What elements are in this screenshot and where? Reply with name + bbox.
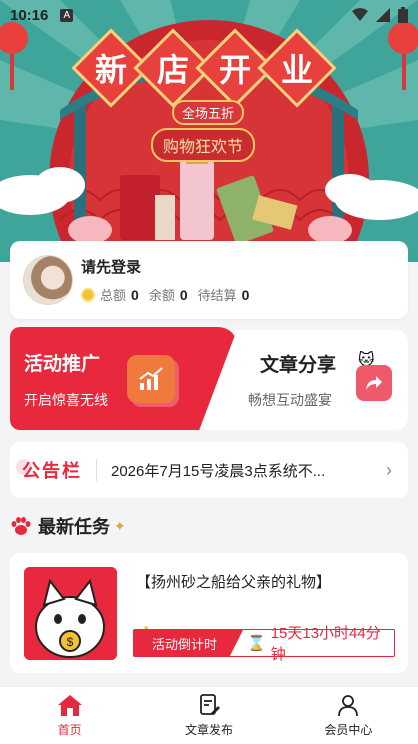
total-label: 总额 <box>100 288 127 303</box>
pending-label: 待结算 <box>197 288 237 303</box>
sparkle-icon: ✦ <box>114 517 126 534</box>
nav-member[interactable]: 会员中心 <box>279 687 418 744</box>
document-edit-icon <box>200 694 220 715</box>
banner-discount-tag: 全场五折 <box>172 100 245 125</box>
activity-promo-card[interactable]: 活动推广 开启惊喜无线 <box>10 327 238 430</box>
svg-text:$: $ <box>67 635 74 649</box>
banner-title: 新 店 开 业 <box>71 28 337 108</box>
banner-subtitle: 购物狂欢节 <box>151 128 256 162</box>
battery-icon <box>398 7 408 23</box>
total-value: 0 <box>131 286 139 303</box>
nav-publish-label: 文章发布 <box>184 723 233 737</box>
task-thumbnail[interactable]: $ <box>24 567 117 660</box>
banner-title-char: 业 <box>257 28 337 108</box>
avatar[interactable] <box>23 255 73 305</box>
pending-value: 0 <box>241 286 250 303</box>
notice-divider <box>96 459 97 481</box>
chevron-right-icon[interactable]: › <box>386 460 392 481</box>
coin-icon <box>81 287 95 302</box>
user-icon <box>338 695 359 717</box>
signal-icon <box>376 8 390 22</box>
status-time: 10:16 <box>10 6 49 24</box>
lucky-cat-icon: $ <box>24 567 117 660</box>
balance-row: 总额 0 余额 0 待结算 0 <box>81 285 259 304</box>
share-icon <box>356 365 392 401</box>
nav-home[interactable]: 首页 <box>0 687 139 744</box>
notice-bar[interactable]: 公告栏 2026年7月15号凌晨3点系统不... › <box>10 442 408 498</box>
countdown-value: 15天13小时44分钟 <box>270 625 381 663</box>
chart-trend-icon <box>127 355 175 403</box>
balance-label: 余额 <box>148 288 175 303</box>
article-share-title: 文章分享 <box>260 355 337 376</box>
home-icon <box>57 695 82 716</box>
notice-label: 公告栏 <box>16 457 82 483</box>
notification-icon: A <box>60 8 74 22</box>
bottom-nav: 首页 文章发布 会员中心 <box>0 686 418 744</box>
countdown-value-wrap: ⌛ 15天13小时44分钟 <box>247 622 394 664</box>
user-info: 请先登录 总额 0 余额 0 待结算 0 <box>81 256 259 304</box>
login-prompt[interactable]: 请先登录 <box>81 256 259 277</box>
countdown: 活动倒计时 ⌛ 15天13小时44分钟 <box>133 625 395 663</box>
activity-promo-desc: 开启惊喜无线 <box>24 392 108 408</box>
paw-icon <box>11 517 31 535</box>
notice-text[interactable]: 2026年7月15号凌晨3点系统不... <box>111 460 346 481</box>
nav-home-label: 首页 <box>57 723 82 737</box>
wifi-icon <box>352 8 368 21</box>
nav-member-label: 会员中心 <box>324 723 373 737</box>
task-card[interactable]: $ 【扬州砂之船给父亲的礼物】 👍 活动倒计时 ⌛ 15天13小时44分钟 <box>10 553 408 673</box>
balance-value: 0 <box>179 286 188 303</box>
banner[interactable]: 新 店 开 业 全场五折 购物狂欢节 <box>0 0 418 262</box>
user-card[interactable]: 请先登录 总额 0 余额 0 待结算 0 <box>10 241 408 319</box>
nav-publish[interactable]: 文章发布 <box>139 687 278 744</box>
latest-tasks-header: 最新任务 ✦ <box>10 513 126 539</box>
activity-promo-title: 活动推广 <box>24 354 101 375</box>
article-share-desc: 畅想互动盛宴 <box>248 392 332 408</box>
countdown-label: 活动倒计时 <box>134 630 243 656</box>
task-title[interactable]: 【扬州砂之船给父亲的礼物】 <box>136 571 331 592</box>
status-bar: 10:16 A <box>0 0 418 30</box>
hourglass-icon: ⌛ <box>247 635 266 652</box>
section-title: 最新任务 <box>38 517 110 537</box>
